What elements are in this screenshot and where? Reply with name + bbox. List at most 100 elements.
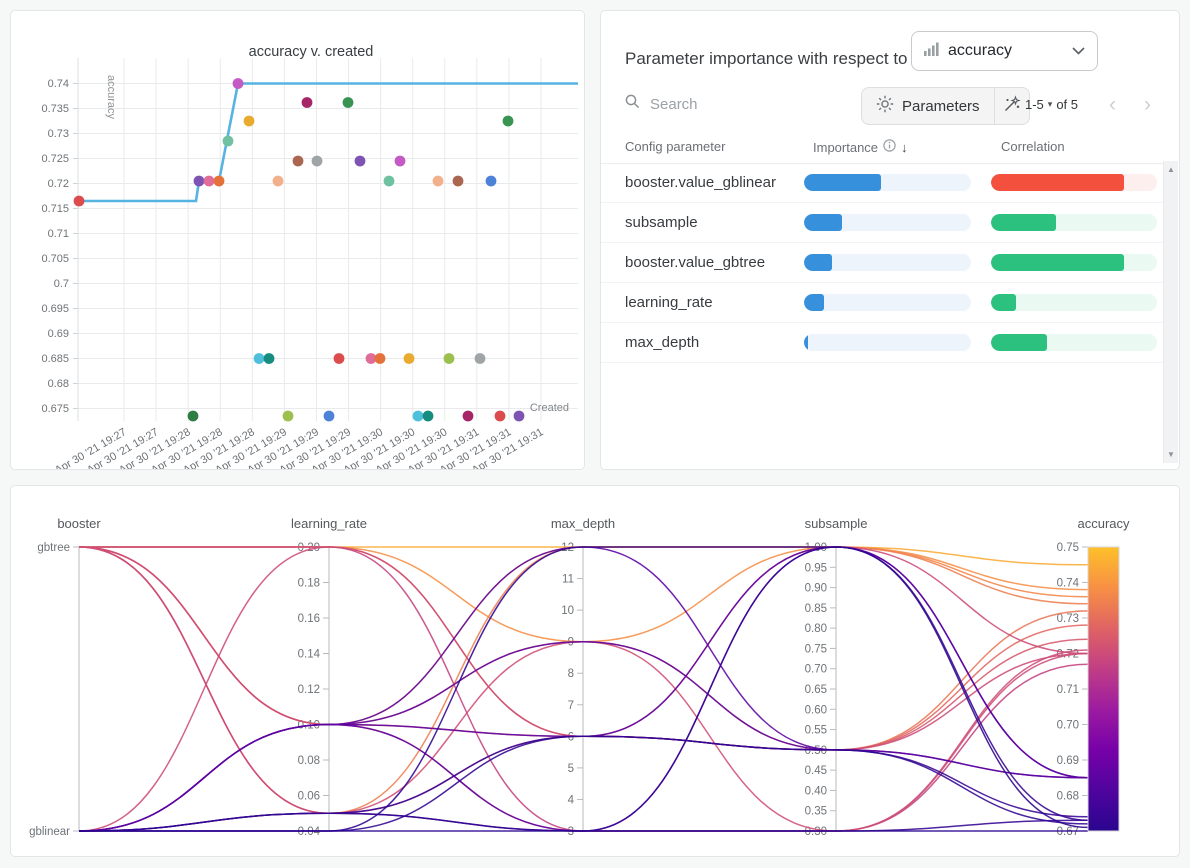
svg-text:0.725: 0.725 (41, 153, 69, 165)
dashboard: { "page": {"background": "#f6f7f7"}, "ic… (0, 0, 1190, 868)
data-point[interactable] (475, 353, 486, 364)
data-point[interactable] (302, 97, 313, 108)
correlation-bar (991, 254, 1157, 271)
data-point[interactable] (384, 176, 395, 187)
config-parameter-name: max_depth (625, 323, 699, 362)
data-point[interactable] (395, 156, 406, 167)
axis-subsample[interactable]: subsample1.000.950.900.850.800.750.700.6… (805, 516, 868, 838)
search-input[interactable] (648, 95, 802, 114)
data-point[interactable] (254, 353, 265, 364)
bar-chart-icon (924, 42, 939, 61)
svg-text:0.45: 0.45 (805, 765, 827, 777)
correlation-bar (991, 334, 1157, 351)
svg-text:0.715: 0.715 (41, 203, 69, 215)
data-point[interactable] (312, 156, 323, 167)
parameters-button-label: Parameters (902, 98, 980, 115)
svg-text:0.71: 0.71 (48, 228, 69, 240)
data-point[interactable] (404, 353, 415, 364)
parameters-button-group: Parameters (861, 87, 1030, 125)
svg-text:4: 4 (568, 794, 575, 806)
data-point[interactable] (413, 411, 424, 422)
svg-text:0.72: 0.72 (48, 178, 69, 190)
table-row[interactable]: learning_rate (601, 283, 1164, 323)
sort-arrow-down-icon[interactable]: ↓ (901, 140, 908, 155)
column-config-parameter[interactable]: Config parameter (625, 139, 725, 154)
svg-text:accuracy: accuracy (105, 75, 117, 120)
data-point[interactable] (204, 176, 215, 187)
data-point[interactable] (194, 176, 205, 187)
data-point[interactable] (244, 116, 255, 127)
parallel-coordinates-panel: boostergbtreegblinearlearning_rate0.200.… (10, 485, 1180, 857)
parameters-button[interactable]: Parameters (862, 88, 994, 124)
chevron-right-icon[interactable]: › (1144, 91, 1151, 119)
table-row[interactable]: max_depth (601, 323, 1164, 363)
scroll-down-icon[interactable]: ▼ (1164, 450, 1178, 459)
svg-text:0.75: 0.75 (1057, 542, 1079, 554)
data-point[interactable] (233, 78, 244, 89)
data-point[interactable] (503, 116, 514, 127)
data-point[interactable] (463, 411, 474, 422)
data-point[interactable] (343, 97, 354, 108)
axis-max_depth[interactable]: max_depth1211109876543 (551, 516, 615, 838)
svg-text:accuracy v. created: accuracy v. created (249, 44, 374, 60)
table-row[interactable]: booster.value_gblinear (601, 163, 1164, 203)
data-point[interactable] (74, 196, 85, 207)
column-importance[interactable]: Importance ↓ (813, 139, 908, 155)
chevron-left-icon[interactable]: ‹ (1109, 91, 1116, 119)
svg-text:10: 10 (561, 605, 574, 617)
svg-text:8: 8 (568, 668, 574, 680)
panel-title: Parameter importance with respect to (625, 49, 908, 69)
parallel-coordinates-chart[interactable]: boostergbtreegblinearlearning_rate0.200.… (11, 486, 1179, 856)
caret-down-icon: ▾ (1048, 99, 1053, 110)
chevron-down-icon (1072, 42, 1085, 60)
metric-selector-dropdown[interactable]: accuracy (911, 31, 1098, 71)
search-icon (625, 94, 640, 114)
axis-learning_rate[interactable]: learning_rate0.200.180.160.140.120.100.0… (291, 516, 367, 838)
svg-text:0.80: 0.80 (805, 623, 827, 635)
data-point[interactable] (433, 176, 444, 187)
data-point[interactable] (423, 411, 434, 422)
svg-text:11: 11 (562, 574, 574, 586)
data-point[interactable] (293, 156, 304, 167)
svg-text:gbtree: gbtree (37, 542, 70, 554)
svg-text:0.16: 0.16 (298, 613, 320, 625)
data-point[interactable] (324, 411, 335, 422)
svg-text:0.60: 0.60 (805, 704, 827, 716)
pagination[interactable]: 1-5 ▾ of 5 (1025, 97, 1078, 112)
data-point[interactable] (355, 156, 366, 167)
table-row[interactable]: subsample (601, 203, 1164, 243)
data-point[interactable] (214, 176, 225, 187)
scatter-points (74, 78, 525, 421)
svg-text:0.67: 0.67 (1057, 826, 1079, 838)
data-point[interactable] (486, 176, 497, 187)
column-correlation[interactable]: Correlation (1001, 139, 1065, 154)
magic-wand-button[interactable] (994, 88, 1029, 124)
data-point[interactable] (188, 411, 199, 422)
scroll-up-icon[interactable]: ▲ (1164, 165, 1178, 174)
data-point[interactable] (514, 411, 525, 422)
svg-text:0.73: 0.73 (48, 128, 69, 140)
data-point[interactable] (264, 353, 275, 364)
search-box[interactable] (625, 91, 815, 117)
data-point[interactable] (444, 353, 455, 364)
svg-text:accuracy: accuracy (1077, 516, 1130, 531)
data-point[interactable] (223, 136, 234, 147)
table-row[interactable]: booster.value_gbtree (601, 243, 1164, 283)
correlation-bar (991, 174, 1157, 191)
data-point[interactable] (273, 176, 284, 187)
data-point[interactable] (375, 353, 386, 364)
data-point[interactable] (283, 411, 294, 422)
svg-text:learning_rate: learning_rate (291, 516, 367, 531)
svg-text:0.70: 0.70 (805, 664, 827, 676)
pagination-range[interactable]: 1-5 (1025, 97, 1044, 112)
data-point[interactable] (495, 411, 506, 422)
importance-table-rows: booster.value_gblinearsubsamplebooster.v… (601, 163, 1164, 363)
svg-text:0.14: 0.14 (298, 649, 321, 661)
config-parameter-name: booster.value_gbtree (625, 243, 765, 282)
svg-text:0.735: 0.735 (41, 103, 69, 115)
data-point[interactable] (453, 176, 464, 187)
vertical-scrollbar[interactable]: ▲ ▼ (1163, 161, 1178, 463)
data-point[interactable] (334, 353, 345, 364)
accuracy-vs-created-chart[interactable]: 0.6750.680.6850.690.6950.70.7050.710.715… (11, 11, 584, 469)
axis-booster[interactable]: boostergbtreegblinear (29, 516, 101, 838)
